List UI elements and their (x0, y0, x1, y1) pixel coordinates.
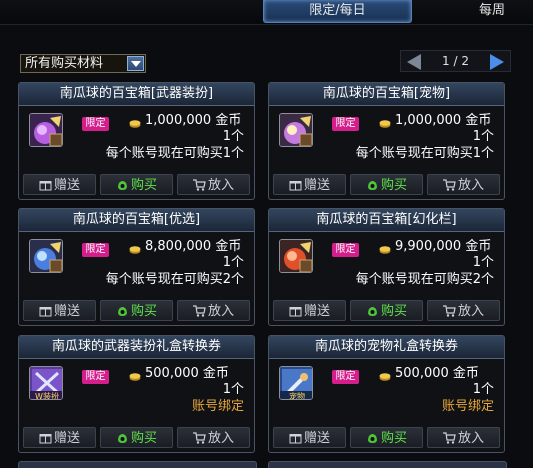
gift-button[interactable]: 赠送 (273, 174, 346, 195)
chevron-down-icon[interactable] (127, 56, 144, 71)
add-to-cart-button[interactable]: 放入 (427, 174, 500, 195)
pumpkin-box-red-icon[interactable] (279, 239, 313, 273)
svg-text:W装扮: W装扮 (35, 391, 59, 400)
limited-badge: 限定 (332, 243, 359, 257)
limited-badge: 限定 (82, 370, 109, 384)
coin-bag-icon (118, 307, 127, 316)
account-bound-note: 账号绑定 (441, 399, 494, 414)
item-title: 南瓜球的百宝箱[武器装扮] (19, 83, 254, 106)
coin-bag-icon (368, 307, 377, 316)
coin-bag-icon (368, 181, 377, 190)
coin-bag-icon (368, 434, 377, 443)
item-price: 1,000,000 金币 (395, 113, 492, 128)
item-title: 南瓜球的宠物礼盒转换券 (269, 336, 504, 359)
pumpkin-box-blue-icon[interactable] (29, 239, 63, 273)
gift-icon (289, 307, 302, 317)
cart-icon (192, 432, 206, 444)
item-title: 南瓜球的百宝箱[幻化栏] (269, 209, 504, 232)
filter-label: 所有购买材料 (25, 56, 104, 71)
item-price: 500,000 金币 (395, 366, 479, 381)
gold-coin-icon (129, 120, 141, 128)
limited-badge: 限定 (82, 117, 109, 131)
limited-badge: 限定 (82, 243, 109, 257)
purchase-limit-note: 每个账号现在可购买1个 (105, 146, 244, 161)
buy-button[interactable]: 购买 (350, 300, 423, 321)
buy-button[interactable]: 购买 (100, 174, 173, 195)
gift-icon (39, 181, 52, 191)
item-price: 9,900,000 金币 (395, 239, 492, 254)
purchase-limit-note: 每个账号现在可购买2个 (105, 272, 244, 287)
limited-badge: 限定 (332, 370, 359, 384)
gift-icon (39, 307, 52, 317)
buy-button[interactable]: 购买 (100, 427, 173, 448)
add-to-cart-button[interactable]: 放入 (177, 174, 250, 195)
item-quantity: 1个 (472, 382, 494, 397)
top-tab-bar: 限定/每日 每周 (0, 0, 533, 25)
add-to-cart-button[interactable]: 放入 (427, 300, 500, 321)
next-page-icon[interactable] (490, 54, 504, 70)
item-quantity: 1个 (472, 129, 494, 144)
item-quantity: 1个 (472, 255, 494, 270)
tab-limited-daily[interactable]: 限定/每日 (263, 0, 412, 23)
item-price: 8,800,000 金币 (145, 239, 242, 254)
gift-button[interactable]: 赠送 (23, 427, 96, 448)
coin-bag-icon (118, 181, 127, 190)
add-to-cart-button[interactable]: 放入 (427, 427, 500, 448)
account-bound-note: 账号绑定 (191, 399, 244, 414)
item-title: 南瓜球的百宝箱[优选] (19, 209, 254, 232)
item-price: 500,000 金币 (145, 366, 229, 381)
pumpkin-box-purple-icon[interactable] (29, 113, 63, 147)
shop-item-card: 南瓜球的百宝箱[优选] 限定 8,800,000 金币 1个 每个账号现在可购买… (18, 208, 255, 326)
pet-coupon-icon[interactable]: 宠物 (279, 366, 313, 400)
item-price: 1,000,000 金币 (145, 113, 242, 128)
gold-coin-icon (129, 373, 141, 381)
cart-icon (442, 305, 456, 317)
gift-icon (39, 434, 52, 444)
pager: 1 / 2 (400, 50, 511, 72)
cart-icon (442, 179, 456, 191)
cart-icon (442, 432, 456, 444)
shop-item-card: 南瓜球的百宝箱[武器装扮] 限定 1,000,000 金币 1个 每个账号现在可… (18, 82, 255, 200)
tab-weekly[interactable]: 每周 (462, 0, 522, 22)
item-quantity: 1个 (222, 382, 244, 397)
gift-icon (289, 181, 302, 191)
svg-text:宠物: 宠物 (289, 391, 305, 400)
shop-item-card: 南瓜球的百宝箱[幻化栏] 限定 9,900,000 金币 1个 每个账号现在可购… (268, 208, 505, 326)
item-title: 南瓜球的百宝箱[宠物] (269, 83, 504, 106)
purchase-limit-note: 每个账号现在可购买1个 (355, 146, 494, 161)
item-quantity: 1个 (222, 129, 244, 144)
gift-button[interactable]: 赠送 (23, 174, 96, 195)
buy-button[interactable]: 购买 (350, 174, 423, 195)
gold-coin-icon (379, 373, 391, 381)
gold-coin-icon (379, 120, 391, 128)
shop-item-card: 南瓜球的武器装扮礼盒转换券 W装扮 限定 500,000 金币 1个 账号绑定 … (18, 335, 255, 453)
gift-button[interactable]: 赠送 (23, 300, 96, 321)
purchase-limit-note: 每个账号现在可购买2个 (355, 272, 494, 287)
cart-icon (192, 179, 206, 191)
material-filter-dropdown[interactable]: 所有购买材料 (20, 54, 146, 73)
add-to-cart-button[interactable]: 放入 (177, 300, 250, 321)
weapon-coupon-icon[interactable]: W装扮 (29, 366, 63, 400)
gift-button[interactable]: 赠送 (273, 300, 346, 321)
gift-icon (289, 434, 302, 444)
gift-button[interactable]: 赠送 (273, 427, 346, 448)
gold-coin-icon (379, 246, 391, 254)
pumpkin-box-gold-icon[interactable] (279, 113, 313, 147)
coin-bag-icon (118, 434, 127, 443)
limited-badge: 限定 (332, 117, 359, 131)
gold-coin-icon (129, 246, 141, 254)
item-title: 南瓜球的武器装扮礼盒转换券 (19, 336, 254, 359)
shop-item-card: 南瓜球的百宝箱[宠物] 限定 1,000,000 金币 1个 每个账号现在可购买… (268, 82, 505, 200)
cart-icon (192, 305, 206, 317)
buy-button[interactable]: 购买 (100, 300, 173, 321)
item-quantity: 1个 (222, 255, 244, 270)
shop-item-card: 南瓜球的宠物礼盒转换券 宠物 限定 500,000 金币 1个 账号绑定 赠送 … (268, 335, 505, 453)
buy-button[interactable]: 购买 (350, 427, 423, 448)
add-to-cart-button[interactable]: 放入 (177, 427, 250, 448)
